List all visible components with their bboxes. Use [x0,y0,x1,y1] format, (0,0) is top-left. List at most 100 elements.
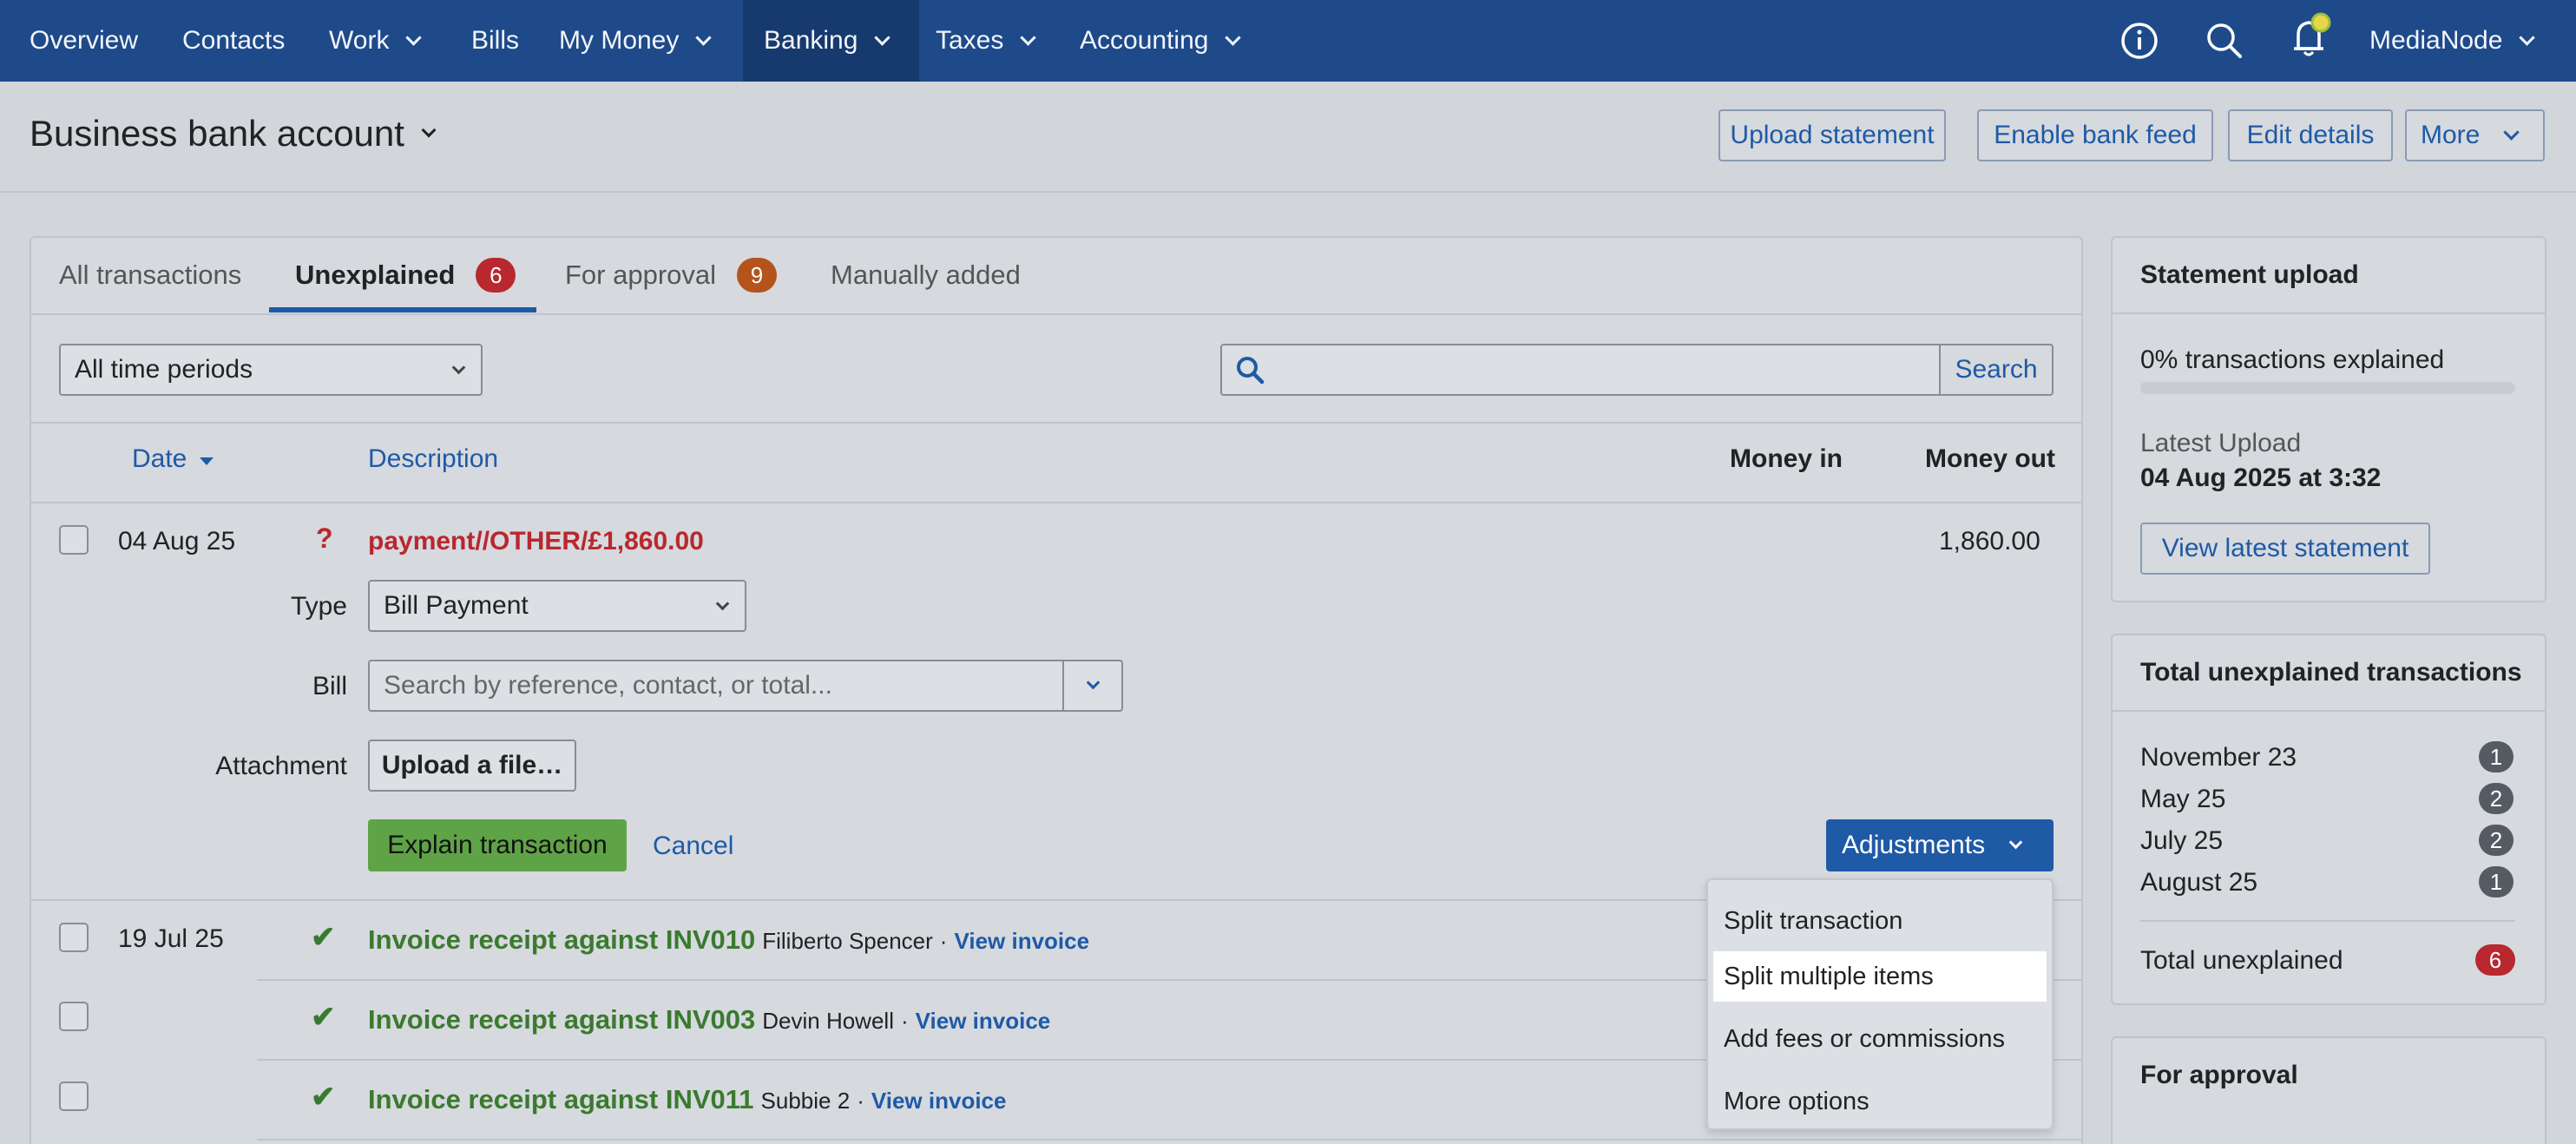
transaction-description[interactable]: payment//OTHER/£1,860.00 [368,527,704,556]
chevron-down-icon [1086,675,1100,689]
tab-label: Manually added [831,260,1021,290]
type-value: Bill Payment [384,591,529,620]
explained-progress-bar [2140,382,2515,394]
view-invoice-link[interactable]: View invoice [916,1008,1051,1035]
panel-divider [2113,312,2545,314]
nav-bills[interactable]: Bills [471,0,519,82]
notification-bell-icon[interactable] [2284,10,2336,62]
cancel-link[interactable]: Cancel [653,832,733,861]
chevron-down-icon [1225,29,1242,46]
sort-desc-icon [199,457,214,465]
menu-item-more-options[interactable]: More options [1713,1076,2047,1127]
transaction-date: 19 Jul 25 [118,924,224,953]
month-link-november-23[interactable]: November 23 [2140,743,2297,773]
total-unexplained-badge: 6 [2475,944,2515,976]
nav-banking[interactable]: Banking [743,0,920,82]
transaction-contact: Subbie 2 [760,1088,851,1114]
nav-taxes[interactable]: Taxes [936,0,1037,82]
month-count-badge: 2 [2479,783,2514,814]
period-value: All time periods [75,355,253,384]
chevron-down-icon [451,360,466,375]
nav-overview[interactable]: Overview [30,0,138,82]
search-input[interactable] [1220,344,1941,396]
row-checkbox[interactable] [59,1002,89,1031]
tab-label: Unexplained [295,260,456,290]
explained-percentage: 0% transactions explained [2140,345,2445,374]
nav-label: Bills [471,26,520,55]
month-count-badge: 1 [2479,866,2514,897]
row-checkbox[interactable] [59,1082,89,1111]
view-invoice-link[interactable]: View invoice [871,1088,1007,1114]
adjustments-button[interactable]: Adjustments [1826,819,2054,871]
type-select[interactable]: Bill Payment [368,580,746,632]
month-link-may-25[interactable]: May 25 [2140,785,2225,814]
month-link-august-25[interactable]: August 25 [2140,868,2257,897]
menu-item-split-multiple-items[interactable]: Split multiple items [1713,951,2047,1002]
page-title[interactable]: Business bank account [30,113,437,155]
period-select[interactable]: All time periods [59,344,483,396]
view-latest-statement-button[interactable]: View latest statement [2140,523,2430,575]
nav-contacts[interactable]: Contacts [182,0,285,82]
nav-work[interactable]: Work [329,0,423,82]
nav-label: Work [329,26,390,55]
bill-dropdown-toggle[interactable] [1062,660,1123,712]
transaction-contact: Filiberto Spencer [762,928,933,954]
search-button[interactable]: Search [1939,344,2054,396]
bill-label: Bill [312,672,347,700]
tab-all-transactions[interactable]: All transactions [59,236,241,314]
month-count-badge: 1 [2479,741,2514,773]
list-item[interactable]: Invoice receipt against INV010 Filiberto… [368,924,1089,956]
row-checkbox[interactable] [59,525,89,555]
date-header-label: Date [132,444,187,473]
unexplained-summary-title: Total unexplained transactions [2140,658,2522,687]
transaction-date: 04 Aug 25 [118,527,236,556]
explain-transaction-button[interactable]: Explain transaction [368,819,627,871]
attachment-label: Attachment [215,752,347,780]
transaction-contact: Devin Howell [762,1008,894,1034]
for-approval-panel [2111,1036,2546,1144]
account-menu[interactable]: MediaNode [2369,0,2536,82]
nav-label: Contacts [182,26,286,55]
edit-details-button[interactable]: Edit details [2228,109,2393,161]
list-item[interactable]: Invoice receipt against INV011 Subbie 2 … [368,1084,1006,1115]
tab-manually-added[interactable]: Manually added [831,236,1021,314]
explained-check-icon: ✔ [311,921,336,954]
list-item[interactable]: Invoice receipt against INV003 Devin How… [368,1004,1050,1036]
menu-item-split-transaction[interactable]: Split transaction [1713,896,2047,946]
search-icon[interactable] [2203,19,2246,62]
more-button[interactable]: More [2405,109,2545,161]
nav-label: Taxes [936,26,1004,55]
row-checkbox[interactable] [59,923,89,952]
transaction-title: Invoice receipt against INV011 [368,1084,754,1114]
upload-statement-button[interactable]: Upload statement [1718,109,1946,161]
description-column-header[interactable]: Description [368,444,498,474]
nav-my-money[interactable]: My Money [559,0,713,82]
date-column-header[interactable]: Date [132,444,215,474]
chevron-down-icon [2519,29,2536,46]
panel-divider [2140,920,2515,922]
adjustments-label: Adjustments [1842,831,1986,859]
more-label: More [2421,121,2481,149]
nav-accounting[interactable]: Accounting [1080,0,1242,82]
menu-item-add-fees[interactable]: Add fees or commissions [1713,1014,2047,1064]
tab-for-approval[interactable]: For approval 9 [565,236,778,314]
chevron-down-icon [2503,123,2520,141]
month-link-july-25[interactable]: July 25 [2140,826,2223,856]
explained-check-icon: ✔ [311,1001,336,1034]
upload-file-button[interactable]: Upload a file… [368,740,576,792]
money-in-column-header: Money in [1730,444,1843,473]
tab-unexplained[interactable]: Unexplained 6 [295,236,516,314]
latest-upload-value: 04 Aug 2025 at 3:32 [2140,464,2382,492]
total-unexplained-link[interactable]: Total unexplained [2140,946,2343,976]
chevron-down-icon [695,29,713,46]
enable-bank-feed-button[interactable]: Enable bank feed [1977,109,2213,161]
top-navigation: Overview Contacts Work Bills My Money Ba… [0,0,2576,82]
bill-search-input[interactable]: Search by reference, contact, or total..… [368,660,1064,712]
nav-label: Banking [764,26,858,55]
view-invoice-link[interactable]: View invoice [954,928,1089,955]
info-icon[interactable] [2118,19,2161,62]
transaction-title: Invoice receipt against INV003 [368,1004,756,1035]
chevron-down-icon [2008,835,2023,849]
panel-divider [2113,710,2545,712]
latest-upload-label: Latest Upload [2140,429,2302,457]
